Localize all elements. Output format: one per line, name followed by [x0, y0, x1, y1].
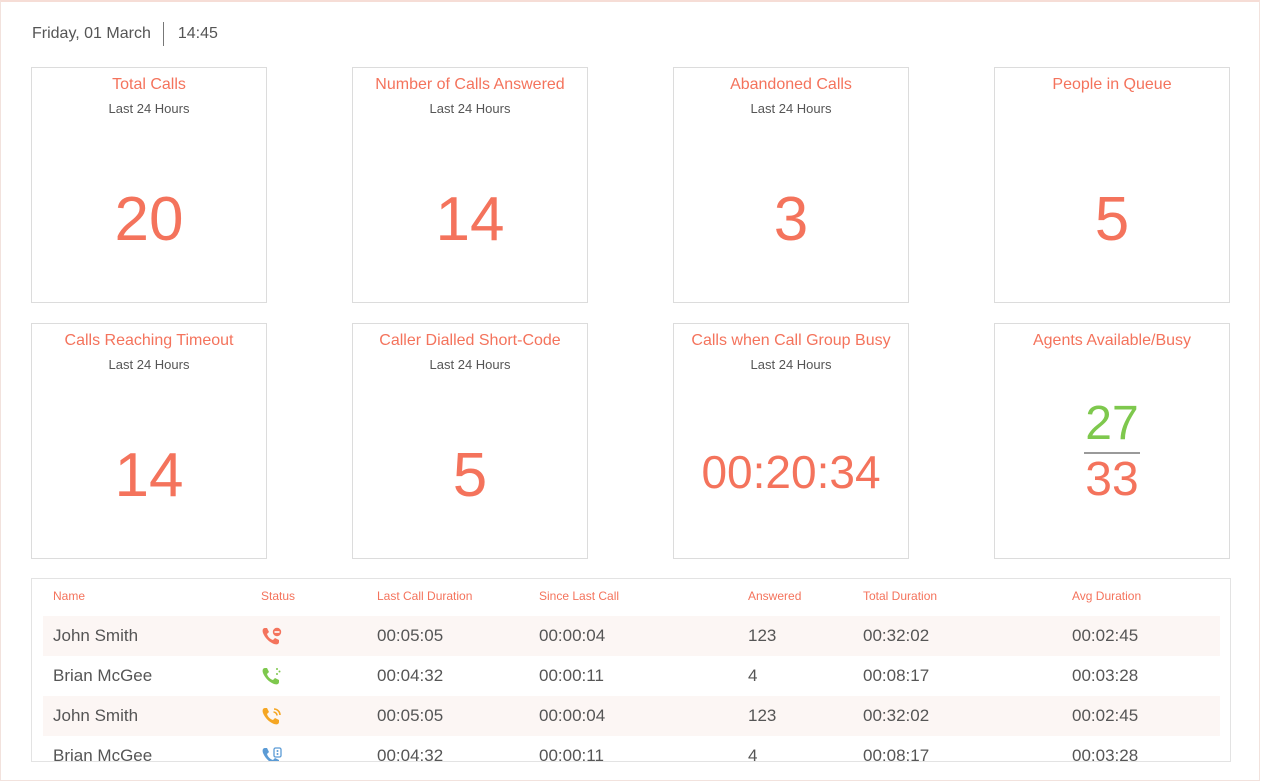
agents-busy-value: 33 — [1085, 453, 1139, 506]
answered-count: 123 — [748, 706, 777, 725]
total-duration: 00:08:17 — [863, 746, 930, 762]
total-duration: 00:32:02 — [863, 626, 930, 645]
table-row[interactable]: Brian McGee 00:04:32 00:00:11 4 00:08:17… — [43, 736, 1220, 762]
card-subtitle: Last 24 Hours — [108, 101, 190, 116]
date-time-bar: Friday, 01 March 14:45 — [32, 22, 218, 46]
column-header-name[interactable]: Name — [53, 589, 85, 603]
phone-ringing-icon — [261, 706, 283, 726]
answered-count: 4 — [748, 666, 758, 685]
card-value: 20 — [114, 185, 184, 254]
card-title: Calls Reaching Timeout — [64, 332, 234, 349]
last-call-duration: 00:05:05 — [377, 626, 444, 645]
since-last-call: 00:00:11 — [539, 746, 604, 762]
table-row[interactable]: Brian McGee 00:04:32 00:00:11 4 00:08:17… — [43, 656, 1220, 696]
card-title: Calls when Call Group Busy — [691, 332, 891, 349]
card-subtitle: Last 24 Hours — [750, 357, 832, 372]
since-last-call: 00:00:11 — [539, 666, 604, 685]
avg-duration: 00:03:28 — [1072, 746, 1139, 762]
card-calls-answered[interactable]: Number of Calls Answered Last 24 Hours 1… — [352, 67, 588, 303]
phone-available-icon — [261, 666, 283, 686]
since-last-call: 00:00:04 — [539, 626, 606, 645]
total-duration: 00:08:17 — [863, 666, 930, 685]
card-subtitle: Last 24 Hours — [429, 101, 511, 116]
agent-name: John Smith — [53, 706, 139, 725]
avg-duration: 00:02:45 — [1072, 626, 1139, 645]
phone-busy-icon — [261, 626, 283, 646]
card-value: 14 — [435, 185, 505, 254]
agents-available-value: 27 — [1085, 397, 1139, 450]
agent-name: Brian McGee — [53, 746, 153, 762]
card-group-busy[interactable]: Calls when Call Group Busy Last 24 Hours… — [673, 323, 909, 559]
card-title: Caller Dialled Short-Code — [379, 332, 561, 349]
avg-duration: 00:03:28 — [1072, 666, 1139, 685]
card-people-in-queue[interactable]: People in Queue 5 — [994, 67, 1230, 303]
last-call-duration: 00:05:05 — [377, 706, 444, 725]
card-title: People in Queue — [1052, 76, 1172, 93]
column-header-answered[interactable]: Answered — [748, 589, 801, 603]
column-header-last-call-duration[interactable]: Last Call Duration — [377, 589, 472, 603]
column-header-status[interactable]: Status — [261, 589, 295, 603]
card-value: 5 — [1094, 185, 1130, 254]
current-date: Friday, 01 March — [32, 25, 151, 42]
last-call-duration: 00:04:32 — [377, 746, 444, 762]
card-value: 5 — [452, 441, 488, 510]
date-time-divider — [162, 22, 164, 46]
answered-count: 123 — [748, 626, 777, 645]
card-value: 3 — [773, 185, 809, 254]
agent-name: John Smith — [53, 626, 139, 645]
card-subtitle: Last 24 Hours — [750, 101, 832, 116]
agents-table: Name Status Last Call Duration Since Las… — [31, 578, 1231, 762]
column-header-avg-duration[interactable]: Avg Duration — [1072, 589, 1141, 603]
card-title: Total Calls — [112, 76, 186, 93]
table-row[interactable]: John Smith 00:05:05 00:00:04 123 00:32:0… — [43, 696, 1220, 736]
avg-duration: 00:02:45 — [1072, 706, 1139, 725]
table-header: Name Status Last Call Duration Since Las… — [32, 589, 1230, 607]
card-subtitle: Last 24 Hours — [108, 357, 190, 372]
card-title: Agents Available/Busy — [1032, 332, 1192, 349]
total-duration: 00:32:02 — [863, 706, 930, 725]
current-time: 14:45 — [177, 25, 218, 42]
card-abandoned-calls[interactable]: Abandoned Calls Last 24 Hours 3 — [673, 67, 909, 303]
column-header-total-duration[interactable]: Total Duration — [863, 589, 937, 603]
card-subtitle: Last 24 Hours — [429, 357, 511, 372]
column-header-since-last-call[interactable]: Since Last Call — [539, 589, 619, 603]
card-calls-timeout[interactable]: Calls Reaching Timeout Last 24 Hours 14 — [31, 323, 267, 559]
card-value: 14 — [114, 441, 184, 510]
card-value: 00:20:34 — [701, 446, 881, 498]
agents-fraction: 27 33 — [995, 396, 1229, 506]
table-row[interactable]: John Smith 00:05:05 00:00:04 123 00:32:0… — [43, 616, 1220, 656]
agent-name: Brian McGee — [53, 666, 153, 685]
since-last-call: 00:00:04 — [539, 706, 606, 725]
card-title: Number of Calls Answered — [375, 76, 565, 93]
answered-count: 4 — [748, 746, 758, 762]
card-total-calls[interactable]: Total Calls Last 24 Hours 20 — [31, 67, 267, 303]
card-short-code[interactable]: Caller Dialled Short-Code Last 24 Hours … — [352, 323, 588, 559]
card-agents-available-busy[interactable]: Agents Available/Busy 27 33 — [994, 323, 1230, 559]
phone-offline-icon — [261, 746, 283, 761]
last-call-duration: 00:04:32 — [377, 666, 444, 685]
card-title: Abandoned Calls — [730, 76, 852, 93]
